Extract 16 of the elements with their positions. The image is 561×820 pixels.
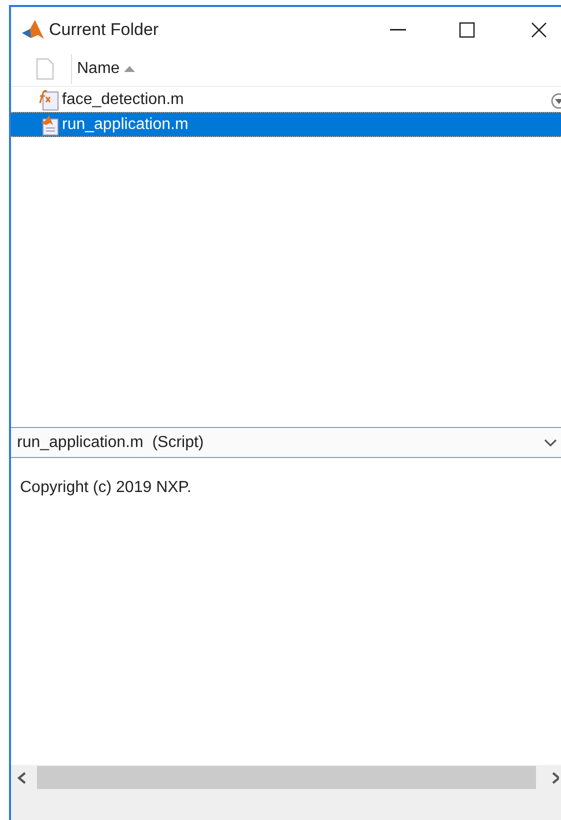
file-icon — [36, 58, 54, 80]
scrollbar-thumb[interactable] — [37, 766, 536, 789]
details-header[interactable]: run_application.m (Script) — [11, 427, 561, 458]
matlab-logo-icon — [21, 18, 45, 40]
file-row[interactable]: run_application.m — [11, 112, 561, 137]
dropdown-icon[interactable] — [550, 93, 561, 109]
maximize-icon — [459, 22, 475, 38]
window-title: Current Folder — [49, 18, 159, 41]
chevron-icon[interactable] — [544, 438, 557, 446]
function-file-icon — [38, 88, 60, 110]
scroll-right-icon[interactable] — [552, 770, 559, 784]
close-icon — [531, 22, 547, 38]
name-column-header[interactable]: Name — [77, 57, 135, 81]
details-text: Copyright (c) 2019 NXP. — [20, 478, 192, 498]
minimize-icon — [390, 28, 406, 30]
scroll-left-icon[interactable] — [17, 770, 27, 784]
